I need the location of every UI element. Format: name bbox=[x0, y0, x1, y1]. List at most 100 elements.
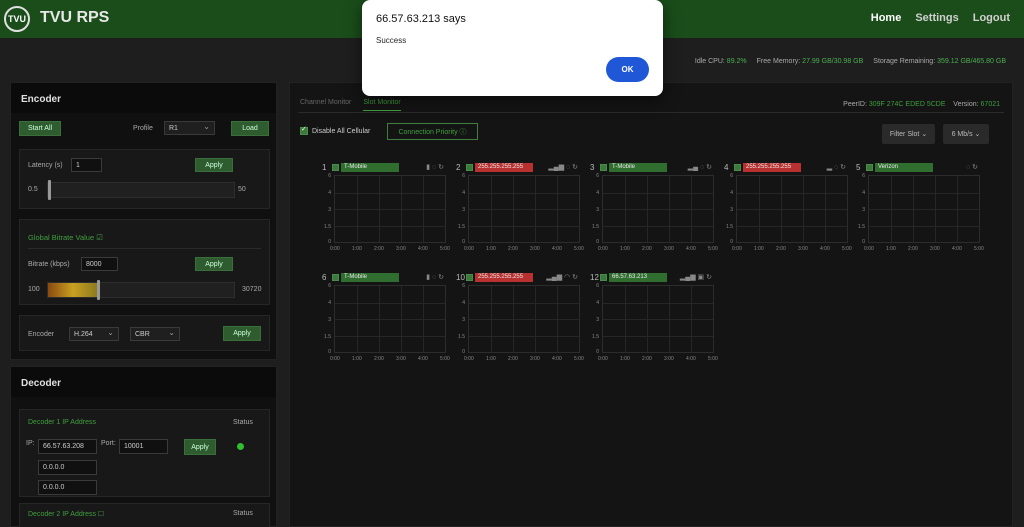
nav-settings[interactable]: Settings bbox=[915, 12, 958, 24]
storage-remaining: Storage Remaining: 359.12 GB/465.80 GB bbox=[873, 58, 1006, 65]
bitrate-min: 100 bbox=[28, 286, 40, 293]
slot-checkbox[interactable] bbox=[734, 164, 741, 171]
x-tick-label: 1:00 bbox=[486, 246, 496, 252]
tab-channel-monitor[interactable]: Channel Monitor bbox=[300, 99, 351, 111]
grid-line bbox=[335, 302, 445, 304]
y-tick-label: 4 bbox=[862, 190, 865, 196]
slot-signal-icons[interactable]: ▮ ◌ ↻ bbox=[426, 163, 444, 171]
bitrate-slider[interactable] bbox=[47, 282, 235, 298]
bitrate-slider-handle[interactable] bbox=[97, 280, 100, 300]
bitrate-input[interactable]: 8000 bbox=[81, 257, 118, 271]
checkbox-icon[interactable]: ☑ bbox=[96, 233, 103, 242]
slot-checkbox[interactable] bbox=[600, 164, 607, 171]
load-button[interactable]: Load bbox=[231, 121, 269, 136]
grid-line bbox=[625, 286, 626, 352]
decoder-1-port-input[interactable]: 10001 bbox=[119, 439, 168, 454]
slot-signal-icons[interactable]: ▂ ◌ ↻ bbox=[827, 163, 846, 171]
rate-select[interactable]: 6 Mb/s ⌄ bbox=[943, 124, 989, 144]
grid-line bbox=[335, 335, 445, 337]
disable-cellular-checkbox[interactable] bbox=[300, 125, 308, 135]
x-tick-label: 4:00 bbox=[686, 246, 696, 252]
slot-bandwidth-chart bbox=[868, 175, 980, 243]
profile-select[interactable]: R1 bbox=[164, 121, 215, 135]
y-tick-label: 4 bbox=[328, 300, 331, 306]
grid-line bbox=[557, 176, 558, 242]
tab-slot-monitor[interactable]: Slot Monitor bbox=[363, 99, 401, 111]
grid-line bbox=[423, 176, 424, 242]
slot-number: 2 bbox=[456, 163, 461, 172]
grid-line bbox=[513, 176, 514, 242]
grid-line bbox=[935, 176, 936, 242]
nav-logout[interactable]: Logout bbox=[973, 12, 1010, 24]
slot-checkbox[interactable] bbox=[332, 164, 339, 171]
y-tick-label: 3 bbox=[328, 317, 331, 323]
latency-slider-handle[interactable] bbox=[48, 180, 51, 200]
tab-divider bbox=[298, 112, 1004, 113]
slot-checkbox[interactable] bbox=[866, 164, 873, 171]
slot-signal-icons[interactable]: ▂▄ ◌ ↻ bbox=[688, 163, 712, 171]
slot-checkbox[interactable] bbox=[466, 164, 473, 171]
x-tick-label: 5:00 bbox=[974, 246, 984, 252]
rate-mode-select[interactable]: CBR bbox=[130, 327, 180, 341]
filter-slot-select[interactable]: Filter Slot ⌄ bbox=[882, 124, 935, 144]
grid-line bbox=[357, 176, 358, 242]
grid-line bbox=[737, 192, 847, 194]
latency-apply-button[interactable]: Apply bbox=[195, 158, 233, 172]
encoder-apply-button[interactable]: Apply bbox=[223, 326, 261, 341]
slot-bandwidth-chart bbox=[602, 175, 714, 243]
connection-priority-button[interactable]: Connection Priority ⓘ bbox=[387, 123, 478, 140]
encoder-panel: Encoder Start All Profile R1 Load Latenc… bbox=[10, 82, 277, 360]
y-tick-label: 1.5 bbox=[324, 224, 331, 230]
grid-line bbox=[401, 286, 402, 352]
logo-text: TVU bbox=[8, 14, 26, 24]
slot-card-2: 2 255.255.255.255 ▂▄▆ ◌ ↻ 6 4 3 1.5 0 0:00 1:00 2:… bbox=[456, 163, 584, 258]
x-tick-label: 5:00 bbox=[708, 356, 718, 362]
grid-line bbox=[469, 192, 579, 194]
latency-slider[interactable] bbox=[47, 182, 235, 198]
y-tick-label: 1.5 bbox=[726, 224, 733, 230]
slot-signal-icons[interactable]: ▂▄▆ ◠ ↻ bbox=[546, 273, 578, 281]
latency-label: Latency (s) bbox=[28, 162, 63, 169]
slot-signal-icons[interactable]: ▂▄▆ ▣ ↻ bbox=[680, 273, 712, 281]
x-tick-label: 1:00 bbox=[620, 356, 630, 362]
x-tick-label: 4:00 bbox=[552, 246, 562, 252]
decoder-1-ip-input[interactable]: 66.57.63.208 bbox=[38, 439, 97, 454]
grid-line bbox=[379, 286, 380, 352]
ok-button[interactable]: OK bbox=[606, 57, 649, 82]
y-tick-label: 4 bbox=[730, 190, 733, 196]
nav-home[interactable]: Home bbox=[871, 12, 902, 24]
slot-carrier-label: 66.57.63.213 bbox=[609, 273, 667, 282]
codec-select[interactable]: H.264 bbox=[69, 327, 119, 341]
slot-signal-icons[interactable]: ◌ ↻ bbox=[966, 163, 978, 171]
checkbox-icon[interactable]: ☐ bbox=[98, 511, 104, 518]
grid-line bbox=[603, 192, 713, 194]
x-tick-label: 2:00 bbox=[374, 246, 384, 252]
slot-checkbox[interactable] bbox=[600, 274, 607, 281]
latency-min: 0.5 bbox=[28, 186, 38, 193]
disable-cellular-label: Disable All Cellular bbox=[312, 128, 371, 135]
y-tick-label: 4 bbox=[596, 190, 599, 196]
x-tick-label: 0:00 bbox=[330, 356, 340, 362]
bitrate-apply-button[interactable]: Apply bbox=[195, 257, 233, 271]
latency-input[interactable]: 1 bbox=[71, 158, 102, 172]
slot-signal-icons[interactable]: ▮ ◌ ↻ bbox=[426, 273, 444, 281]
decoder-1-ip2-input[interactable]: 0.0.0.0 bbox=[38, 460, 97, 475]
grid-line bbox=[603, 302, 713, 304]
status-label: Status bbox=[233, 510, 253, 517]
grid-line bbox=[691, 286, 692, 352]
slot-signal-icons[interactable]: ▂▄▆ ◌ ↻ bbox=[548, 163, 578, 171]
decoder-1-apply-button[interactable]: Apply bbox=[184, 439, 216, 455]
decoder-2-label: Decoder 2 IP Address ☐ bbox=[28, 511, 105, 518]
x-tick-label: 1:00 bbox=[352, 356, 362, 362]
x-tick-label: 1:00 bbox=[620, 246, 630, 252]
decoder-1-ip3-input[interactable]: 0.0.0.0 bbox=[38, 480, 97, 495]
start-all-button[interactable]: Start All bbox=[19, 121, 61, 136]
slot-number: 4 bbox=[724, 163, 729, 172]
decoder-panel: Decoder Decoder 1 IP Address Status IP: … bbox=[10, 366, 277, 527]
monitor-tabs: Channel Monitor Slot Monitor bbox=[300, 99, 401, 111]
y-tick-label: 4 bbox=[596, 300, 599, 306]
y-tick-label: 0 bbox=[462, 239, 465, 245]
x-tick-label: 0:00 bbox=[732, 246, 742, 252]
slot-checkbox[interactable] bbox=[332, 274, 339, 281]
slot-checkbox[interactable] bbox=[466, 274, 473, 281]
